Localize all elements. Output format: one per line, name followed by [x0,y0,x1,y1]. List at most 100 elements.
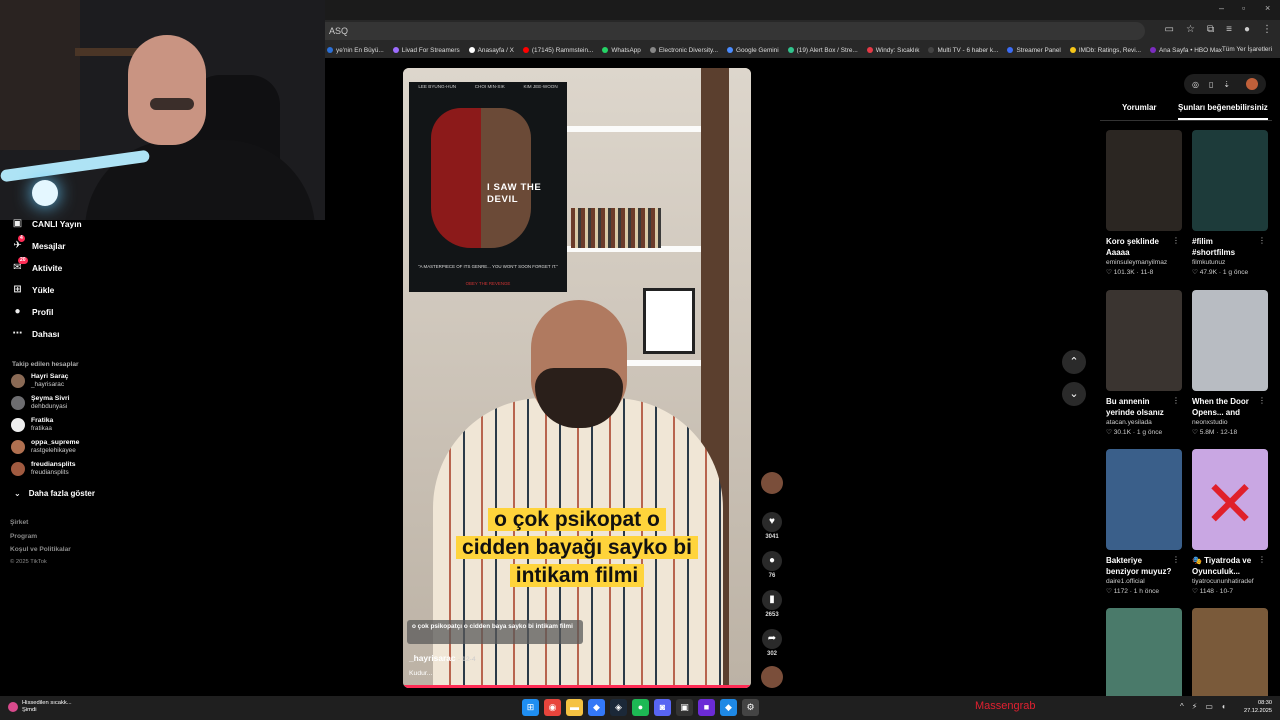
tray-icon[interactable]: ⚡ [1192,702,1198,711]
card-title[interactable]: Bakteriye benziyor muyuz? [1106,555,1172,577]
bookmark-item[interactable]: Electronic Diversity... [649,47,718,54]
avatar[interactable] [1246,78,1259,90]
sound-disc-button[interactable] [759,666,785,688]
sidebar-item-more[interactable]: ⋯ Dahası [12,328,60,339]
video-thumbnail[interactable]: ✕ [1192,449,1268,550]
more-options-icon[interactable]: ⋮ [1258,396,1266,405]
bookmark-item[interactable]: (19) Alert Box / Stre... [787,47,858,54]
more-options-icon[interactable]: ⋮ [1172,236,1180,245]
suggested-video-card[interactable]: When the Door Opens... and the...⋮ neonxs… [1192,290,1268,436]
bookmark-item[interactable]: Livad For Streamers [392,47,460,54]
card-username[interactable]: atacan.yesilada [1106,419,1182,426]
taskbar-app-icon[interactable]: ▬ [566,699,583,716]
card-title[interactable]: 🎭 Tiyatroda ve Oyunculuk... [1192,555,1258,577]
taskbar-app-icon[interactable]: ◆ [588,699,605,716]
download-icon[interactable]: ⇣ [1223,80,1230,89]
video-progress-bar[interactable] [403,685,751,688]
profile-icon[interactable]: ● [1244,24,1250,35]
taskbar-app-icon[interactable]: ◆ [720,699,737,716]
next-video-button[interactable]: ⌄ [1062,382,1086,406]
bookmark-item[interactable]: ye'nin En Büyü... [327,47,384,54]
footer-program[interactable]: Program [10,533,37,540]
video-player[interactable]: LEE BYUNG-HUN CHOI MIN-SIK KIM JEE-WOON … [403,68,751,688]
bookmark-item[interactable]: Windy: Sıcaklık [866,47,919,54]
video-thumbnail[interactable] [1192,290,1268,391]
sidebar-item-upload[interactable]: ⊞ Yükle [12,284,54,295]
bookmark-item[interactable]: Multi TV - 6 haber k... [928,47,998,54]
tray-icon[interactable]: ▭ [1205,702,1213,711]
tab-suggested[interactable]: Şunları beğenebilirsiniz [1178,103,1268,120]
extensions-icon[interactable]: ⧉ [1207,24,1214,35]
card-title[interactable]: When the Door Opens... and the... [1192,396,1258,418]
suggested-video-card[interactable]: ✕ 🎭 Tiyatroda ve Oyunculuk... ⋮ tiyatrocunu… [1192,449,1268,595]
bookmark-item[interactable]: WhatsApp [602,47,641,54]
card-title[interactable]: Koro şeklinde Aaaaa [1106,236,1172,258]
address-bar[interactable]: ASQ [325,22,1145,40]
clock[interactable]: 08:30 27.12.2025 [1238,699,1272,715]
bookmark-item[interactable]: Google Gemini [727,47,779,54]
previous-video-button[interactable]: ⌃ [1062,350,1086,374]
following-account[interactable]: oppa_supreme rastgelehikayee [11,439,79,455]
video-thumbnail[interactable] [1106,449,1182,550]
video-thumbnail[interactable] [1106,130,1182,231]
video-thumbnail[interactable] [1106,290,1182,391]
all-bookmarks[interactable]: Tüm Yer İşaretleri [1222,46,1272,53]
more-options-icon[interactable]: ⋮ [1258,236,1266,245]
more-options-icon[interactable]: ⋮ [1258,555,1266,564]
taskbar-app-icon[interactable]: ● [632,699,649,716]
show-more-button[interactable]: ⌄ Daha fazla göster [14,489,95,498]
compass-icon[interactable]: ◎ [1192,80,1199,89]
card-username[interactable]: eminsuleymanyilmaz [1106,259,1182,266]
sidebar-item-live[interactable]: ▣ CANLI Yayın [12,218,82,229]
video-thumbnail[interactable] [1106,608,1182,709]
card-username[interactable]: neonxstudio [1192,419,1268,426]
taskbar-app-icon[interactable]: ◈ [610,699,627,716]
tray-icon[interactable]: ^ [1180,702,1184,711]
menu-icon[interactable]: ⋮ [1262,24,1272,35]
following-account[interactable]: freudiansplits freudiansplits [11,461,76,477]
bookmark-item[interactable]: Anasayfa / X [468,47,514,54]
bookmark-item[interactable]: Ana Sayfa • HBO Max [1150,47,1222,54]
media-icon[interactable]: ≡ [1226,24,1232,35]
following-account[interactable]: Hayri Saraç _hayrisarac [11,373,68,389]
sidebar-item-activity[interactable]: ✉ 20 Aktivite [12,257,62,273]
video-author[interactable]: _hayrisarac · 12-4 [409,653,476,663]
video-thumbnail[interactable] [1192,130,1268,231]
taskbar-app-icon[interactable]: ■ [698,699,715,716]
following-account[interactable]: Şeyma Sivri dehbdunyasi [11,395,70,411]
taskbar-app-icon[interactable]: ◉ [544,699,561,716]
taskbar-app-icon[interactable]: ▣ [676,699,693,716]
footer-company[interactable]: Şirket [10,519,28,526]
card-username[interactable]: daire1.official [1106,578,1182,585]
sidebar-item-messages[interactable]: ✈ 4 Mesajlar [12,235,66,251]
bookmark-item[interactable]: Streamer Panel [1007,47,1061,54]
taskbar-app-icon[interactable]: ⚙ [742,699,759,716]
suggested-video-card[interactable]: Koro şeklinde Aaaaa ⋮ eminsuleymanyilmaz ♡ … [1106,130,1182,276]
card-title[interactable]: Bu annenin yerinde olsanız n... [1106,396,1172,418]
minimize-icon[interactable]: – [1219,3,1224,13]
suggested-video-card[interactable] [1106,608,1182,709]
taskbar-app-icon[interactable]: ⊞ [522,699,539,716]
bookmark-item[interactable]: (17145) Rammstein... [522,47,593,54]
card-title[interactable]: #filim #shortfilms #films [1192,236,1258,258]
footer-terms[interactable]: Koşul ve Politikalar [10,546,71,553]
cast-icon[interactable]: ▭ [1165,24,1174,35]
card-username[interactable]: tiyatrocununhatiradef [1192,578,1268,585]
save-button[interactable]: ▮ 2653 [759,590,785,618]
comment-button[interactable]: ● 76 [759,551,785,579]
bookmark-item[interactable]: IMDb: Ratings, Revi... [1069,47,1141,54]
suggested-video-card[interactable]: Bu annenin yerinde olsanız n...⋮ atacan.y… [1106,290,1182,436]
more-options-icon[interactable]: ⋮ [1172,555,1180,564]
creator-avatar-button[interactable] [759,472,785,494]
star-icon[interactable]: ☆ [1186,24,1195,35]
weather-widget[interactable]: Hissedilen sıcakk... Şimdi [8,700,72,714]
share-button[interactable]: ➦ 302 [759,629,785,657]
suggested-video-card[interactable]: Bakteriye benziyor muyuz? ⋮ daire1.officia… [1106,449,1182,595]
video-thumbnail[interactable] [1192,608,1268,709]
more-options-icon[interactable]: ⋮ [1172,396,1180,405]
like-button[interactable]: ♥ 3041 [759,512,785,540]
author-handle[interactable]: _hayrisarac [409,653,456,663]
tray-icon[interactable]: ◖ [1221,702,1226,711]
card-username[interactable]: filmkutunuz [1192,259,1268,266]
phone-icon[interactable]: ▯ [1209,80,1213,89]
